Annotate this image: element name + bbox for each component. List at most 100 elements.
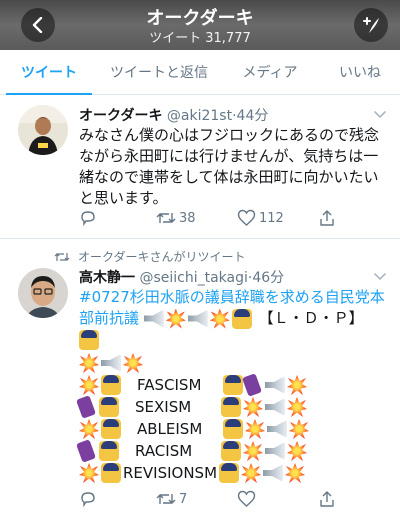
heart-icon [237,490,256,507]
phone-emoji [76,439,96,463]
police-officer-emoji [221,397,241,417]
collision-emoji [165,308,186,329]
police-officer-emoji [223,375,243,395]
tab-likes[interactable]: いいね [320,50,400,94]
collision-emoji [123,353,143,373]
avatar-image [18,105,68,155]
collision-emoji [243,397,263,417]
collision-emoji [287,397,307,417]
police-officer-emoji [101,463,121,483]
profile-tabs: ツイート ツイートと返信 メディア いいね [0,50,400,95]
tweet-count: ツイート 31,777 [0,27,400,46]
retweet-icon [156,494,176,504]
collision-emoji [79,463,99,483]
avatar[interactable] [18,268,68,318]
author-handle[interactable]: @aki21st [167,108,232,124]
megaphone-emoji [187,309,208,328]
retweet-icon [156,213,176,223]
like-button[interactable]: 112 [237,209,284,227]
like-button[interactable] [237,490,256,508]
megaphone-emoji [143,309,164,328]
like-count: 112 [259,210,284,226]
protest-word: RACISM [135,441,193,460]
profile-header: オークダーキ ツイート 31,777 [0,0,400,50]
tweet-1[interactable]: オークダーキ @aki21st·44分 みなさん僕の心はフジロックにあるので残念… [0,95,400,238]
retweet-button[interactable]: 38 [156,209,196,227]
tab-media[interactable]: メディア [220,50,320,94]
police-officer-emoji [101,375,121,395]
share-button[interactable] [319,209,335,227]
collision-emoji [209,308,230,329]
megaphone-emoji [265,398,285,416]
collision-emoji [241,463,262,483]
protest-row: RACISM [76,439,386,463]
share-icon [320,210,334,226]
tweet-time: 46分 [252,270,285,286]
police-officer-emoji [231,308,252,329]
collision-emoji [285,463,306,483]
collision-emoji [79,375,99,395]
emoji-row [79,352,386,374]
tab-tweets[interactable]: ツイート [0,50,98,95]
protest-row: SEXISM [76,395,386,419]
author-name[interactable]: オークダーキ [79,108,162,124]
retweet-count: 38 [179,210,196,226]
compose-plus-icon [363,17,379,33]
police-officer-emoji [99,441,119,461]
collision-emoji [243,441,263,461]
tab-tweets-and-replies[interactable]: ツイートと返信 [98,50,220,94]
phone-emoji [76,395,96,419]
share-button[interactable] [319,490,335,508]
reply-button[interactable] [79,490,97,508]
tweet-hashtag-line: #0727杉田水脈の議員辞職を求める自民党本部前抗議 【Ｌ・Ｄ・Ｐ】 [79,287,386,350]
share-icon [320,491,334,507]
protest-row: REVISIONSM [79,462,386,484]
reply-icon [81,492,95,508]
author-handle[interactable]: @seiichi_takagi [139,270,247,286]
police-officer-emoji [221,441,241,461]
police-officer-emoji [79,329,99,350]
collision-emoji [287,375,307,395]
protest-word: SEXISM [135,397,192,416]
tweet-actions: 38 112 [79,209,379,229]
chevron-down-icon[interactable] [374,108,386,120]
collision-emoji [245,419,265,439]
collision-emoji [79,353,99,373]
tab-media-label: メディア [242,65,298,81]
compose-tweet-button[interactable] [354,8,388,42]
protest-word: FASCISM [137,375,202,394]
protest-word: ABLEISM [137,419,203,438]
tab-tweets-label: ツイート [21,65,77,81]
tab-likes-label: いいね [339,65,381,81]
protest-word: REVISIONSM [123,463,218,482]
megaphone-emoji [265,376,285,394]
megaphone-emoji [267,420,287,438]
chevron-down-icon[interactable] [374,270,386,282]
author-name[interactable]: 高木静一 [79,270,135,286]
phone-emoji [242,373,262,397]
tab-tweets-and-replies-label: ツイートと返信 [110,65,208,81]
reply-button[interactable] [79,209,97,227]
retweet-count: 7 [179,491,188,507]
tweet-header: 高木静一 @seiichi_takagi·46分 [79,267,370,287]
police-officer-emoji [101,419,121,439]
megaphone-emoji [265,442,285,460]
police-officer-emoji [99,397,119,417]
police-officer-emoji [223,419,243,439]
collision-emoji [287,441,307,461]
tweet-text: #0727杉田水脈の議員辞職を求める自民党本部前抗議 【Ｌ・Ｄ・Ｐ】 FASCI… [76,287,386,484]
tweet-count-label: ツイート [149,31,202,46]
avatar[interactable] [18,105,68,155]
heart-icon [237,209,256,226]
collision-emoji [289,419,309,439]
tweet-count-value: 31,777 [205,31,251,46]
collision-emoji [79,419,99,439]
tweet-actions: 7 [79,490,379,510]
megaphone-emoji [263,464,284,482]
tweet-2[interactable]: 高木静一 @seiichi_takagi·46分 #0727杉田水脈の議員辞職を… [0,262,400,515]
retweet-button[interactable]: 7 [156,490,187,508]
megaphone-emoji [101,354,121,372]
avatar-image [18,268,68,318]
protest-row: ABLEISM [79,418,386,440]
reply-icon [81,211,95,227]
